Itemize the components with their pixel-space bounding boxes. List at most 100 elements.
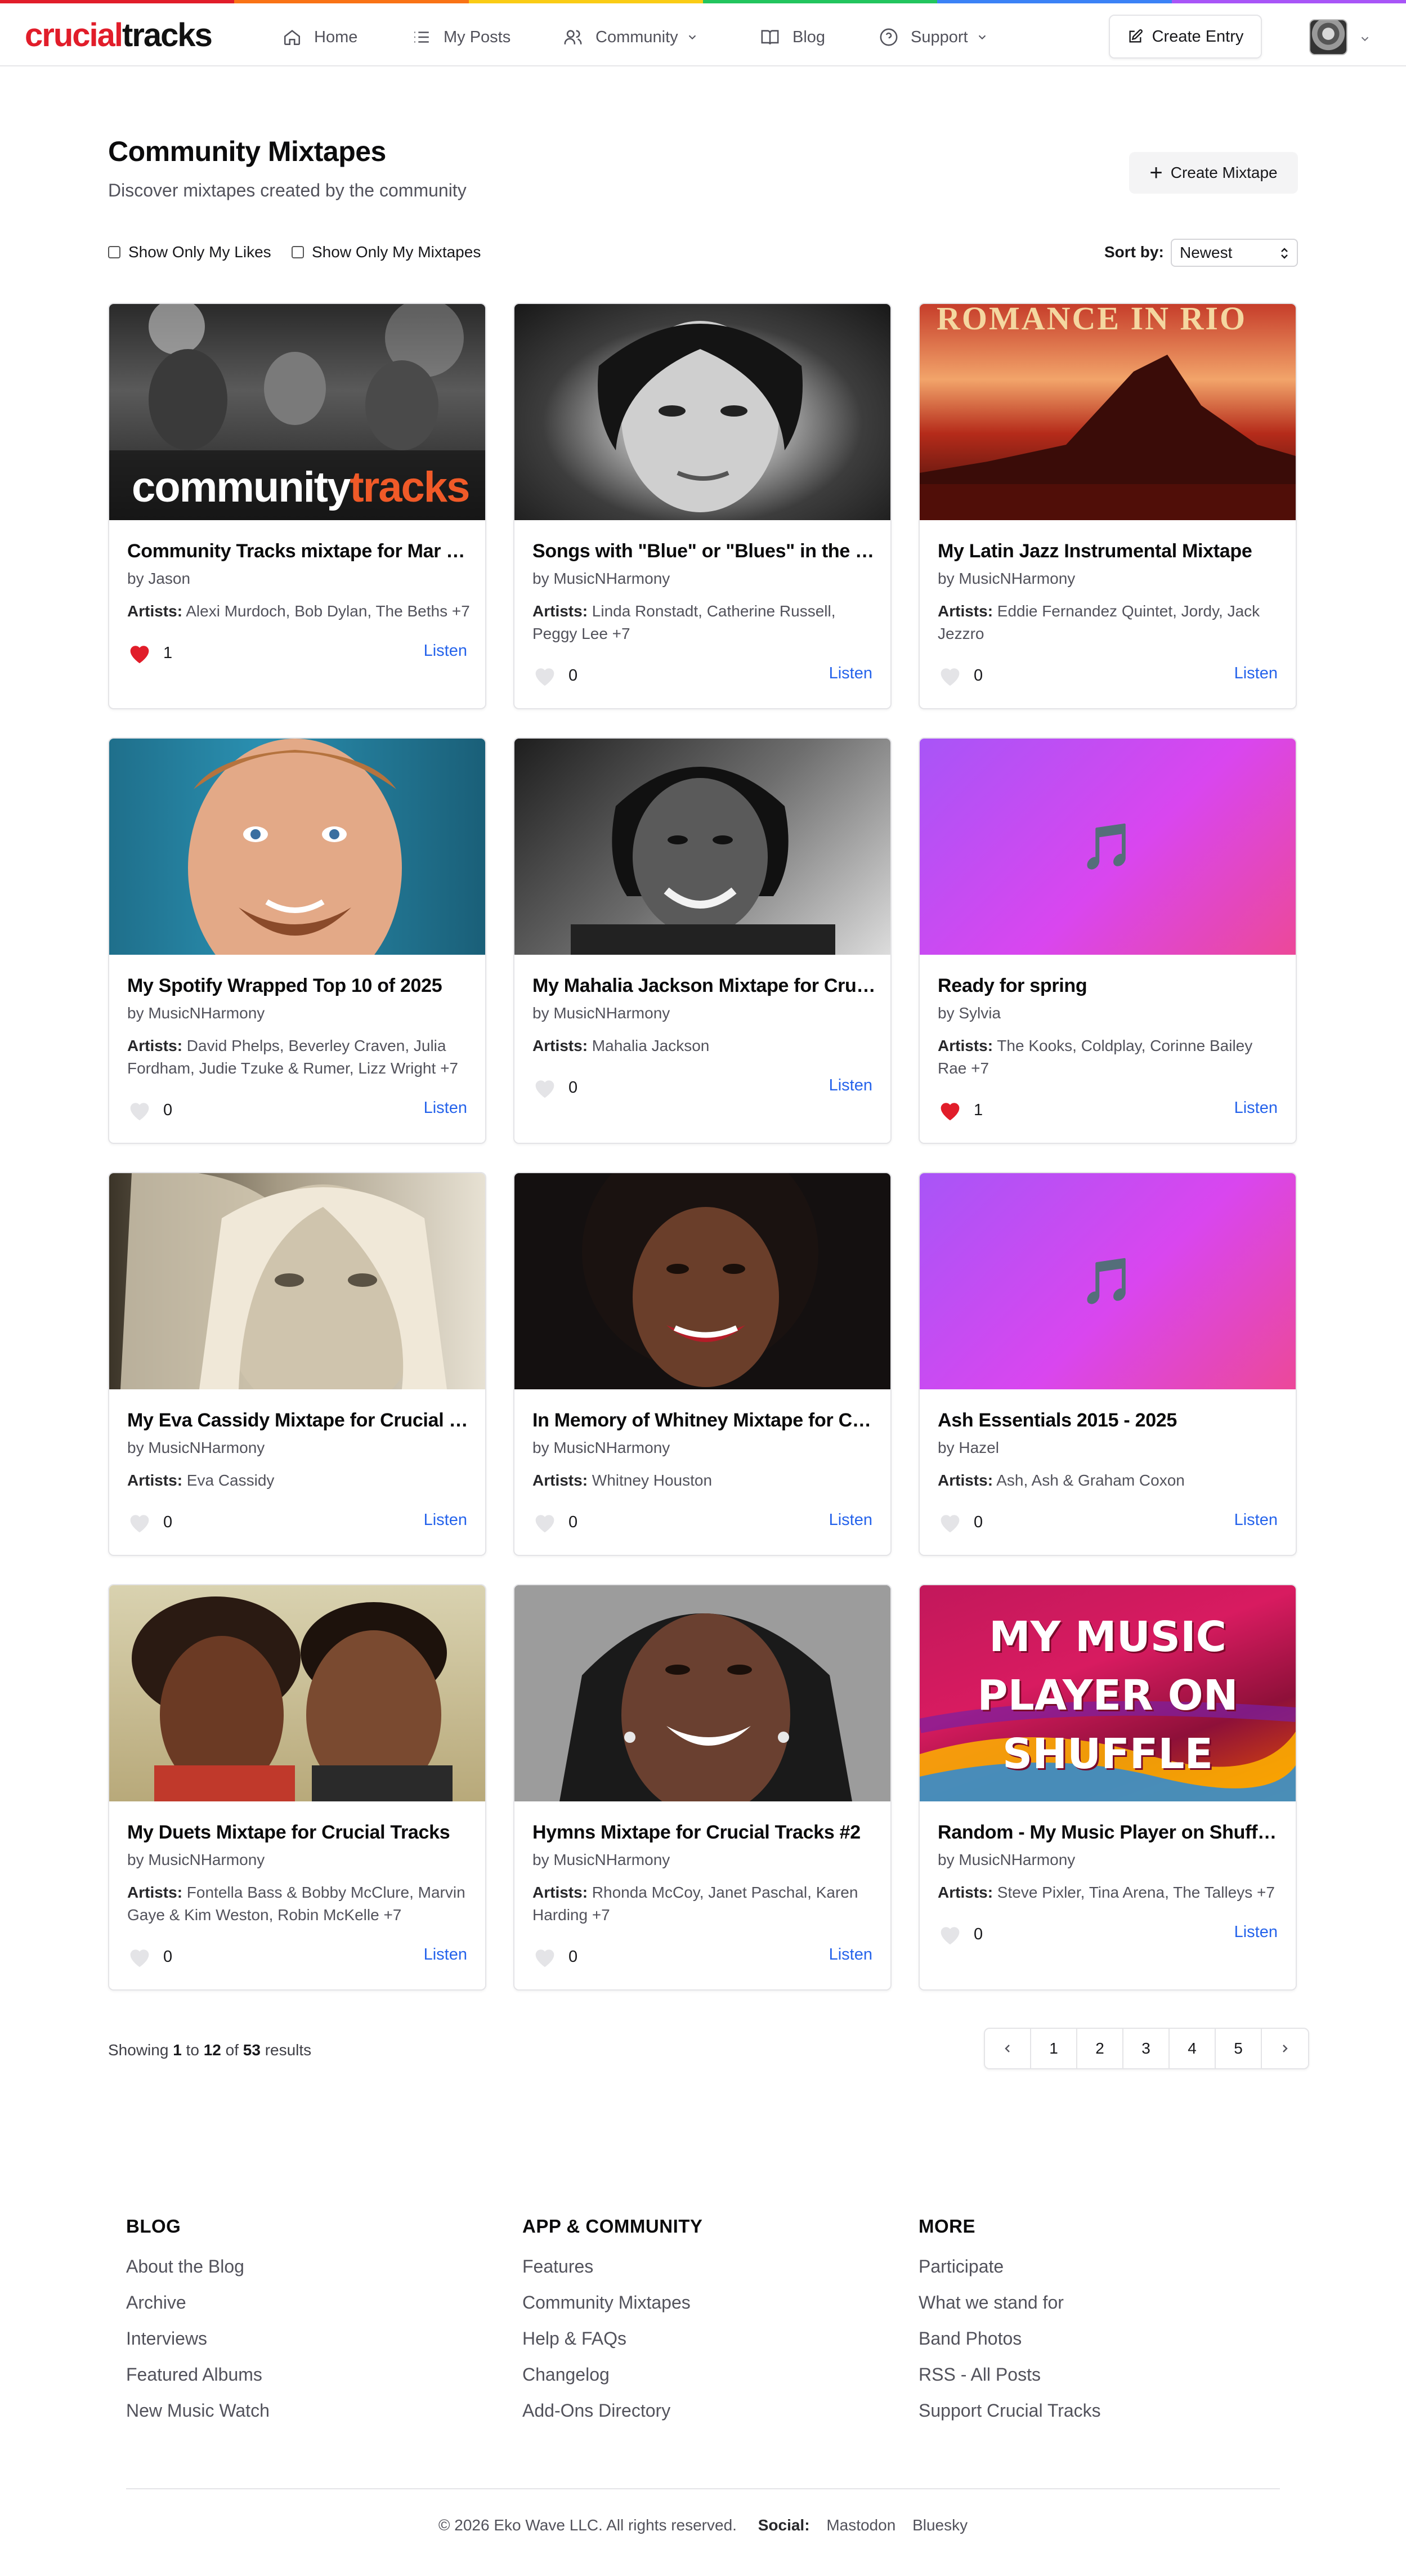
mixtape-card[interactable]: Songs with "Blue" or "Blues" in the Titl… (513, 303, 892, 709)
mixtape-card[interactable]: communitytracks Community Tracks mixtape… (108, 303, 486, 709)
footer-link[interactable]: About the Blog (126, 2256, 270, 2292)
mixtape-cover (514, 739, 890, 955)
card-title[interactable]: Ash Essentials 2015 - 2025 (938, 1410, 1281, 1432)
card-title[interactable]: My Duets Mixtape for Crucial Tracks (127, 1822, 471, 1844)
footer-link[interactable]: Support Crucial Tracks (919, 2400, 1101, 2436)
footer-link[interactable]: Add-Ons Directory (522, 2400, 702, 2436)
like-count: 0 (568, 1947, 578, 1966)
footer-link[interactable]: What we stand for (919, 2292, 1101, 2328)
prev-page-button[interactable] (985, 2029, 1031, 2068)
card-title[interactable]: In Memory of Whitney Mixtape for Crucial… (532, 1410, 876, 1432)
page-title: Community Mixtapes (108, 136, 386, 167)
mixtape-card[interactable]: ROMANCE IN RIO My Latin Jazz Instrumenta… (919, 303, 1297, 709)
mixtape-cover: 🎵 (920, 1173, 1296, 1389)
card-title[interactable]: My Spotify Wrapped Top 10 of 2025 (127, 975, 471, 997)
mixtape-card[interactable]: My Eva Cassidy Mixtape for Crucial Track… (108, 1172, 486, 1556)
listen-link[interactable]: Listen (1234, 1511, 1278, 1530)
page-5-button[interactable]: 5 (1216, 2029, 1262, 2068)
mixtape-card[interactable]: In Memory of Whitney Mixtape for Crucial… (513, 1172, 892, 1556)
only-mine-checkbox[interactable] (292, 246, 304, 258)
mixtape-card[interactable]: My Duets Mixtape for Crucial Tracks by M… (108, 1584, 486, 1991)
card-author: by MusicNHarmony (938, 1851, 1076, 1868)
create-mixtape-button[interactable]: + Create Mixtape (1129, 152, 1298, 194)
footer-link[interactable]: Participate (919, 2256, 1101, 2292)
listen-link[interactable]: Listen (424, 1946, 467, 1964)
listen-link[interactable]: Listen (1234, 1099, 1278, 1117)
card-title[interactable]: Random - My Music Player on Shuffle Mixt… (938, 1822, 1281, 1844)
listen-link[interactable]: Listen (424, 642, 467, 660)
footer-link[interactable]: RSS - All Posts (919, 2364, 1101, 2400)
like-button[interactable]: 1 (938, 1099, 983, 1121)
card-title[interactable]: Community Tracks mixtape for Mar 2 - Mar… (127, 540, 471, 562)
like-button[interactable]: 0 (532, 1946, 577, 1968)
card-title[interactable]: My Mahalia Jackson Mixtape for Crucial T… (532, 975, 876, 997)
card-title[interactable]: Songs with "Blue" or "Blues" in the Titl… (532, 540, 876, 562)
footer-link[interactable]: New Music Watch (126, 2400, 270, 2436)
heart-outline-icon (130, 1949, 149, 1967)
page-3-button[interactable]: 3 (1123, 2029, 1170, 2068)
nav-blog[interactable]: Blog (760, 26, 825, 48)
nav-community[interactable]: Community (563, 26, 698, 48)
listen-link[interactable]: Listen (1234, 664, 1278, 683)
like-button[interactable]: 0 (532, 664, 577, 687)
like-button[interactable]: 0 (127, 1099, 172, 1121)
sort-select[interactable]: Newest (1171, 239, 1298, 267)
footer-link[interactable]: Help & FAQs (522, 2328, 702, 2364)
listen-link[interactable]: Listen (424, 1511, 467, 1530)
mixtape-card[interactable]: MY MUSIC PLAYER ON SHUFFLE Random - My M… (919, 1584, 1297, 1991)
page-1-button[interactable]: 1 (1031, 2029, 1077, 2068)
nav-support[interactable]: Support (879, 26, 988, 48)
only-likes-checkbox[interactable] (108, 246, 120, 258)
like-button[interactable]: 0 (532, 1076, 577, 1099)
listen-link[interactable]: Listen (829, 1946, 872, 1964)
footer-link[interactable]: Archive (126, 2292, 270, 2328)
like-count: 1 (163, 643, 173, 662)
nav-home[interactable]: Home (283, 26, 357, 48)
avatar[interactable] (1309, 19, 1347, 55)
listen-link[interactable]: Listen (829, 664, 872, 683)
page-2-button[interactable]: 2 (1077, 2029, 1123, 2068)
logo[interactable]: crucialtracks (25, 19, 213, 52)
filter-only-likes[interactable]: Show Only My Likes (108, 243, 271, 261)
footer-link[interactable]: Band Photos (919, 2328, 1101, 2364)
like-button[interactable]: 0 (938, 1923, 983, 1946)
card-title[interactable]: Hymns Mixtape for Crucial Tracks #2 (532, 1822, 876, 1844)
mixtape-card[interactable]: 🎵 Ash Essentials 2015 - 2025 by Hazel Ar… (919, 1172, 1297, 1556)
listen-link[interactable]: Listen (829, 1511, 872, 1530)
page-4-button[interactable]: 4 (1170, 2029, 1216, 2068)
card-title[interactable]: Ready for spring (938, 975, 1281, 997)
listen-link[interactable]: Listen (424, 1099, 467, 1117)
mixtape-card[interactable]: My Mahalia Jackson Mixtape for Crucial T… (513, 737, 892, 1144)
like-button[interactable]: 0 (127, 1946, 172, 1968)
listen-link[interactable]: Listen (1234, 1923, 1278, 1942)
artists-list: Alexi Murdoch, Bob Dylan, The Beths +7 (186, 602, 470, 620)
nav-my-posts[interactable]: My Posts (412, 26, 511, 48)
footer-link[interactable]: Interviews (126, 2328, 270, 2364)
like-button[interactable]: 0 (532, 1511, 577, 1533)
social-link-mastodon[interactable]: Mastodon (826, 2516, 895, 2534)
footer-link[interactable]: Featured Albums (126, 2364, 270, 2400)
chevron-down-icon[interactable] (1359, 33, 1371, 45)
mixtape-cover (109, 739, 485, 955)
card-title[interactable]: My Latin Jazz Instrumental Mixtape (938, 540, 1281, 562)
footer-link[interactable]: Changelog (522, 2364, 702, 2400)
next-page-button[interactable] (1262, 2029, 1308, 2068)
filter-only-mine[interactable]: Show Only My Mixtapes (292, 243, 481, 261)
like-button[interactable]: 0 (938, 664, 983, 687)
mixtape-cover (514, 1173, 890, 1389)
mixtape-card[interactable]: 🎵 Ready for spring by Sylvia Artists: Th… (919, 737, 1297, 1144)
create-entry-button[interactable]: Create Entry (1109, 15, 1262, 59)
mixtape-card[interactable]: My Spotify Wrapped Top 10 of 2025 by Mus… (108, 737, 486, 1144)
like-button[interactable]: 0 (938, 1511, 983, 1533)
listen-link[interactable]: Listen (829, 1076, 872, 1095)
like-button[interactable]: 1 (127, 642, 172, 664)
card-title[interactable]: My Eva Cassidy Mixtape for Crucial Track… (127, 1410, 471, 1432)
mixtape-card[interactable]: Hymns Mixtape for Crucial Tracks #2 by M… (513, 1584, 892, 1991)
like-button[interactable]: 0 (127, 1511, 172, 1533)
heart-filled-icon (941, 1103, 960, 1121)
artists-list: Steve Pixler, Tina Arena, The Talleys +7 (997, 1884, 1275, 1901)
social-link-bluesky[interactable]: Bluesky (912, 2516, 968, 2534)
footer-link[interactable]: Community Mixtapes (522, 2292, 702, 2328)
card-author: by MusicNHarmony (127, 1439, 265, 1456)
footer-link[interactable]: Features (522, 2256, 702, 2292)
